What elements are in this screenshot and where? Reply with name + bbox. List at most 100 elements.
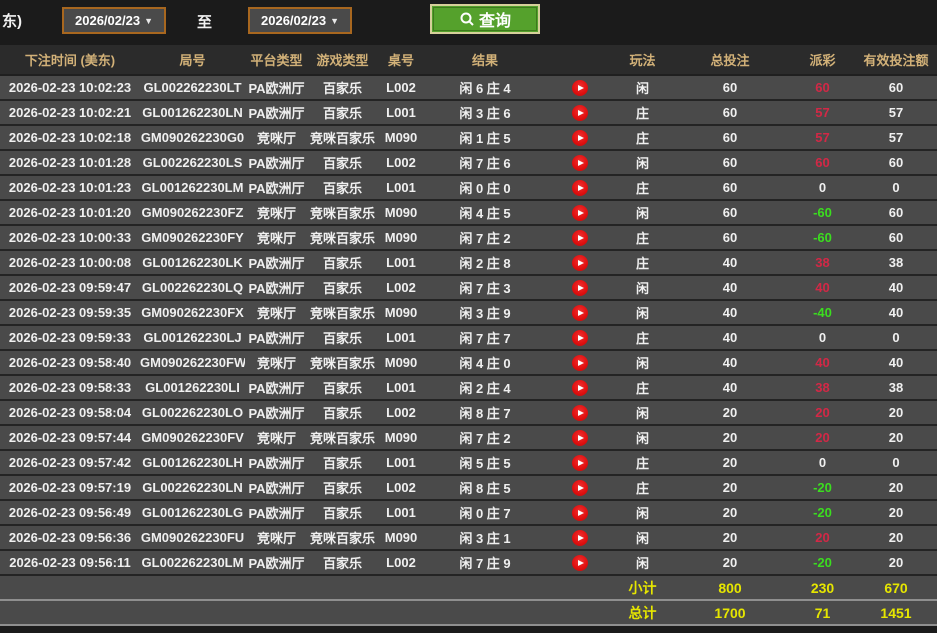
column-header-5: 桌号	[377, 45, 425, 75]
payout: -20	[790, 500, 855, 525]
replay-button[interactable]	[572, 255, 588, 271]
play-icon	[578, 385, 584, 391]
play-icon	[578, 535, 584, 541]
total-bet: 60	[670, 100, 790, 125]
result: 闲 7 庄 6	[425, 150, 545, 175]
replay-cell	[545, 475, 615, 500]
table-row: 2026-02-23 10:02:23GL002262230LTPA欧洲厅百家乐…	[0, 75, 937, 100]
play-icon	[578, 160, 584, 166]
replay-cell	[545, 175, 615, 200]
total-bet: 40	[670, 350, 790, 375]
result: 闲 1 庄 5	[425, 125, 545, 150]
table-row: 2026-02-23 09:58:04GL002262230LOPA欧洲厅百家乐…	[0, 400, 937, 425]
total-bet: 60	[670, 175, 790, 200]
table-number: L001	[377, 250, 425, 275]
replay-cell	[545, 550, 615, 575]
replay-button[interactable]	[572, 155, 588, 171]
result: 闲 8 庄 7	[425, 400, 545, 425]
summary-payout: 71	[790, 600, 855, 625]
platform-type: 竞咪厅	[245, 350, 308, 375]
result: 闲 5 庄 5	[425, 450, 545, 475]
replay-button[interactable]	[572, 330, 588, 346]
play-icon	[578, 260, 584, 266]
replay-button[interactable]	[572, 480, 588, 496]
summary-valid-bet: 1451	[855, 600, 937, 625]
bet-time: 2026-02-23 09:58:04	[0, 400, 140, 425]
play-icon	[578, 485, 584, 491]
game-type: 百家乐	[308, 250, 377, 275]
replay-button[interactable]	[572, 130, 588, 146]
payout: -40	[790, 300, 855, 325]
platform-type: PA欧洲厅	[245, 150, 308, 175]
replay-button[interactable]	[572, 405, 588, 421]
replay-cell	[545, 225, 615, 250]
payout: 20	[790, 400, 855, 425]
bet-time: 2026-02-23 09:56:49	[0, 500, 140, 525]
valid-bet: 20	[855, 425, 937, 450]
table-number: L001	[377, 375, 425, 400]
payout: 60	[790, 150, 855, 175]
replay-button[interactable]	[572, 530, 588, 546]
result: 闲 4 庄 5	[425, 200, 545, 225]
table-number: L002	[377, 550, 425, 575]
date-from-picker[interactable]: 2026/02/23 ▼	[62, 7, 166, 34]
bet-time: 2026-02-23 09:57:19	[0, 475, 140, 500]
replay-button[interactable]	[572, 455, 588, 471]
table-row: 2026-02-23 09:58:40GM090262230FW竞咪厅竞咪百家乐…	[0, 350, 937, 375]
bet-history-table: 下注时间 (美东)局号平台类型游戏类型桌号结果玩法总投注派彩有效投注额 2026…	[0, 45, 937, 626]
result: 闲 0 庄 7	[425, 500, 545, 525]
play-icon	[578, 310, 584, 316]
play-icon	[578, 435, 584, 441]
valid-bet: 0	[855, 175, 937, 200]
bet-type: 庄	[615, 325, 670, 350]
round-id: GM090262230G0	[140, 125, 245, 150]
play-icon	[578, 135, 584, 141]
play-icon	[578, 110, 584, 116]
payout: 0	[790, 325, 855, 350]
table-number: L001	[377, 175, 425, 200]
replay-button[interactable]	[572, 105, 588, 121]
column-header-11: 有效投注额	[855, 45, 937, 75]
replay-button[interactable]	[572, 305, 588, 321]
replay-button[interactable]	[572, 80, 588, 96]
replay-button[interactable]	[572, 180, 588, 196]
query-button[interactable]: 查询	[430, 4, 540, 34]
date-from-value: 2026/02/23	[75, 13, 140, 28]
round-id: GL001262230LM	[140, 175, 245, 200]
replay-button[interactable]	[572, 430, 588, 446]
total-bet: 20	[670, 550, 790, 575]
replay-button[interactable]	[572, 555, 588, 571]
result: 闲 2 庄 4	[425, 375, 545, 400]
replay-button[interactable]	[572, 380, 588, 396]
total-bet: 20	[670, 500, 790, 525]
replay-button[interactable]	[572, 505, 588, 521]
date-to-picker[interactable]: 2026/02/23 ▼	[248, 7, 352, 34]
result: 闲 3 庄 1	[425, 525, 545, 550]
payout: 40	[790, 350, 855, 375]
column-header-3: 平台类型	[245, 45, 308, 75]
platform-type: 竞咪厅	[245, 300, 308, 325]
replay-button[interactable]	[572, 205, 588, 221]
replay-cell	[545, 200, 615, 225]
bet-type: 闲	[615, 200, 670, 225]
game-type: 百家乐	[308, 175, 377, 200]
game-type: 百家乐	[308, 400, 377, 425]
replay-button[interactable]	[572, 230, 588, 246]
valid-bet: 40	[855, 300, 937, 325]
replay-button[interactable]	[572, 280, 588, 296]
platform-type: PA欧洲厅	[245, 325, 308, 350]
summary-spacer	[0, 600, 615, 625]
game-type: 竞咪百家乐	[308, 200, 377, 225]
bet-time: 2026-02-23 09:58:40	[0, 350, 140, 375]
round-id: GM090262230FZ	[140, 200, 245, 225]
replay-button[interactable]	[572, 355, 588, 371]
replay-cell	[545, 425, 615, 450]
table-number: L001	[377, 500, 425, 525]
game-type: 竞咪百家乐	[308, 125, 377, 150]
column-header-4: 游戏类型	[308, 45, 377, 75]
bet-time: 2026-02-23 09:56:11	[0, 550, 140, 575]
platform-type: PA欧洲厅	[245, 550, 308, 575]
game-type: 百家乐	[308, 475, 377, 500]
replay-cell	[545, 100, 615, 125]
summary-label: 总计	[615, 600, 670, 625]
